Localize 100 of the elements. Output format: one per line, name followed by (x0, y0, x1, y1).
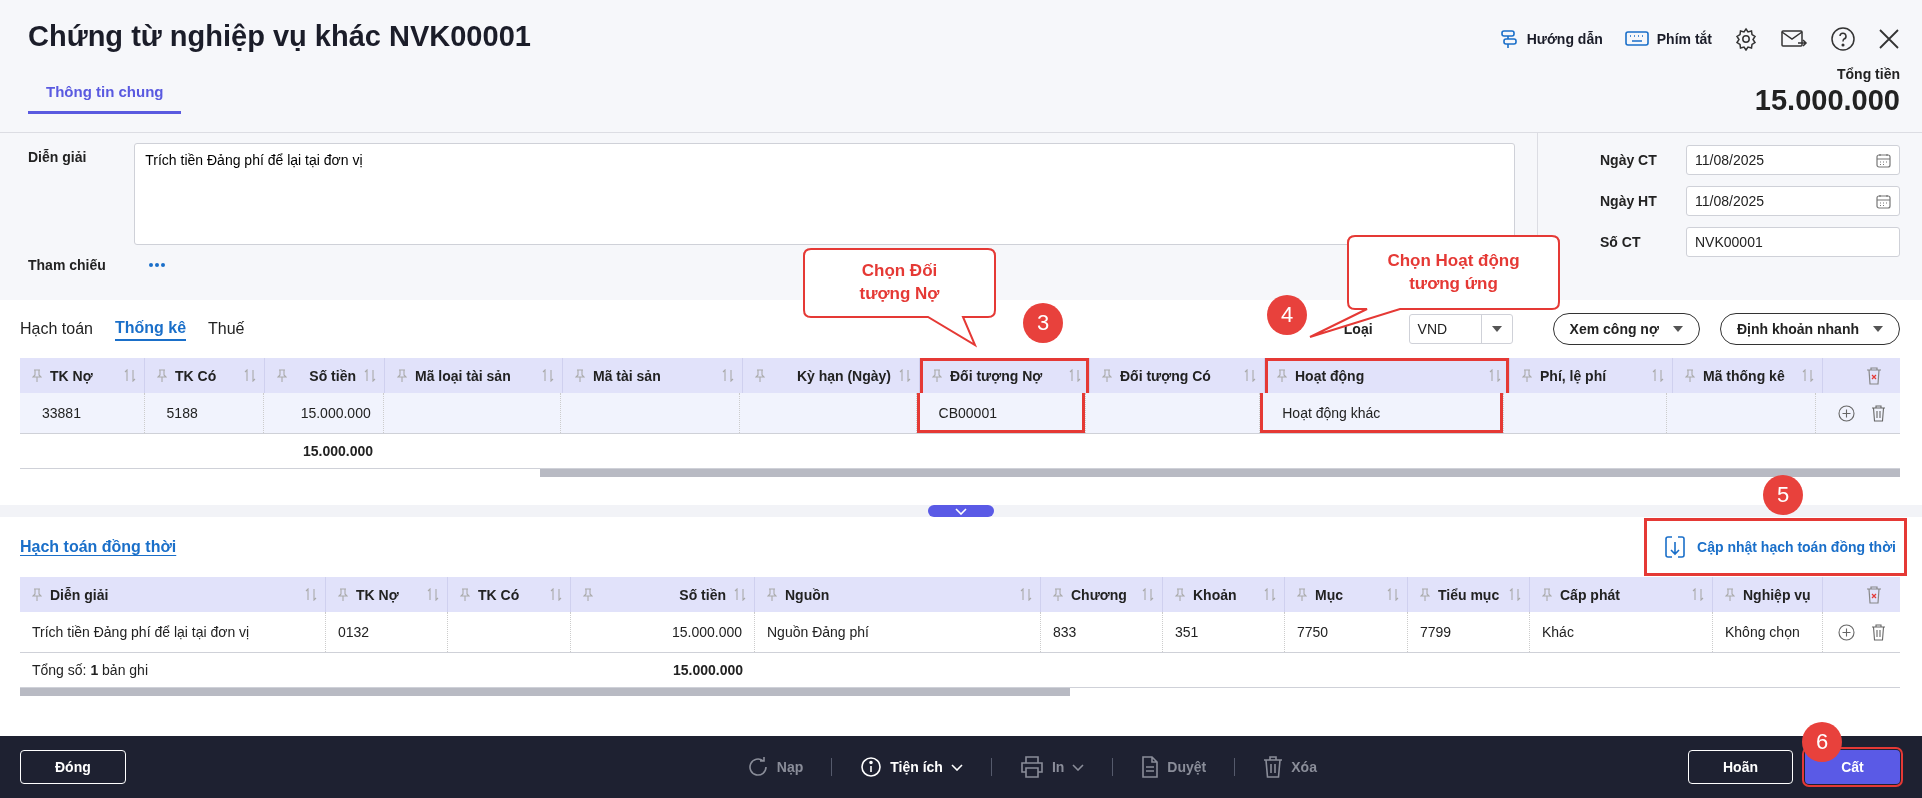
sort-icon[interactable] (427, 588, 439, 601)
info-icon (860, 756, 883, 778)
pin-icon[interactable] (1297, 588, 1307, 601)
pin-icon[interactable] (277, 369, 287, 382)
pin-icon[interactable] (1102, 369, 1112, 382)
pin-icon[interactable] (32, 369, 42, 382)
sort-icon[interactable] (1264, 588, 1276, 601)
pin-icon[interactable] (1420, 588, 1430, 601)
delete-all-icon[interactable] (1866, 585, 1882, 604)
pin-icon[interactable] (1053, 588, 1063, 601)
description-field[interactable]: Trích tiền Đảng phí để lại tại đơn vị (134, 143, 1515, 245)
pin-icon[interactable] (1277, 369, 1287, 382)
pin-icon[interactable] (460, 588, 470, 601)
pin-icon[interactable] (932, 369, 942, 382)
tab[interactable]: Thuế (208, 317, 245, 341)
collapse-button[interactable] (928, 505, 994, 517)
sort-icon[interactable] (305, 588, 317, 601)
sort-icon[interactable] (1020, 588, 1032, 601)
field-label: Ngày CT (1600, 152, 1658, 168)
field-label: Số CT (1600, 234, 1642, 250)
pin-icon[interactable] (755, 369, 765, 382)
table-cell: 5188 (144, 393, 265, 433)
sort-icon[interactable] (1692, 588, 1704, 601)
table-cell: Không chọn (1713, 612, 1823, 652)
defer-button[interactable]: Hoãn (1688, 750, 1793, 784)
pin-icon[interactable] (583, 588, 593, 601)
total-cell: 15.000.000 (672, 662, 743, 678)
caret-icon (1491, 326, 1502, 332)
delete-all-icon[interactable] (1866, 366, 1882, 385)
pin-icon[interactable] (338, 588, 348, 601)
pin-icon[interactable] (1175, 588, 1185, 601)
sort-icon[interactable] (244, 369, 256, 382)
settings-icon[interactable] (1734, 27, 1758, 51)
tab[interactable]: Hạch toán (20, 317, 93, 341)
sort-icon[interactable] (1244, 369, 1256, 382)
callout-text: Chọn Đối tượng Nợ (858, 260, 941, 305)
sort-icon[interactable] (1387, 588, 1399, 601)
add-icon[interactable] (1838, 623, 1855, 641)
sort-icon[interactable] (734, 588, 746, 601)
pin-icon[interactable] (1725, 588, 1735, 601)
table-cell: Nguồn Đảng phí (755, 612, 1041, 652)
sort-icon[interactable] (722, 369, 734, 382)
shortcut-link[interactable]: Phím tắt (1624, 30, 1712, 48)
guide-link[interactable]: Hướng dẫn (1498, 29, 1603, 49)
close-icon[interactable] (1878, 28, 1900, 50)
sort-icon[interactable] (550, 588, 562, 601)
caret-icon (1672, 326, 1683, 332)
download-icon (1665, 535, 1686, 559)
sort-icon[interactable] (1652, 369, 1664, 382)
window-title: Chứng từ nghiệp vụ khác NVK00001 (28, 20, 531, 53)
sort-icon[interactable] (899, 369, 911, 382)
pin-icon[interactable] (32, 588, 42, 601)
input-field[interactable]: 11/08/2025 (1686, 145, 1900, 175)
sort-icon[interactable] (1489, 369, 1501, 382)
delete-icon[interactable] (1871, 404, 1886, 422)
pin-icon[interactable] (1522, 369, 1532, 382)
sort-icon[interactable] (1802, 369, 1814, 382)
help-icon[interactable] (1830, 26, 1856, 52)
sort-icon[interactable] (1142, 588, 1154, 601)
tab[interactable]: Thống kê (114, 317, 187, 341)
currency-dropdown[interactable]: VND (1408, 314, 1513, 344)
sort-icon[interactable] (1509, 588, 1521, 601)
sort-icon[interactable] (542, 369, 554, 382)
toolbar-button[interactable]: Tiện ích (860, 756, 963, 778)
table-cell: 0132 (326, 612, 448, 652)
table-cell: 351 (1163, 612, 1285, 652)
calendar-icon[interactable] (1876, 193, 1891, 209)
sort-icon[interactable] (124, 369, 136, 382)
add-icon[interactable] (1838, 404, 1855, 422)
caret-icon (950, 763, 963, 771)
record-count: Tổng số: 1 bản ghi (32, 662, 148, 678)
column-header[interactable]: Hoạt động (1265, 358, 1510, 393)
sort-icon[interactable] (364, 369, 376, 382)
document-icon (1141, 756, 1160, 778)
sort-icon[interactable] (1069, 369, 1081, 382)
close-button[interactable]: Đóng (20, 750, 126, 784)
trash-icon (1263, 756, 1284, 778)
pin-icon[interactable] (575, 369, 585, 382)
scrollbar[interactable] (20, 688, 1070, 696)
table-cell: 7750 (1285, 612, 1408, 652)
total-amount: 15.000.000 (1754, 84, 1900, 117)
table-cell: 833 (1041, 612, 1163, 652)
pin-icon[interactable] (1542, 588, 1552, 601)
pin-icon[interactable] (157, 369, 167, 382)
input-field[interactable]: NVK00001 (1686, 227, 1900, 257)
save-button[interactable]: Cất (1805, 750, 1900, 784)
delete-icon[interactable] (1871, 623, 1886, 641)
concurrent-entries-link[interactable]: Hạch toán đồng thời (20, 538, 177, 556)
update-button[interactable]: Cập nhật hạch toán đồng thời (1651, 525, 1900, 569)
column-header[interactable]: Đối tượng Nợ (920, 358, 1090, 393)
calendar-icon[interactable] (1876, 152, 1891, 168)
pin-icon[interactable] (397, 369, 407, 382)
pin-icon[interactable] (1685, 369, 1695, 382)
more-icon[interactable] (148, 262, 166, 268)
input-field[interactable]: 11/08/2025 (1686, 186, 1900, 216)
scrollbar[interactable] (540, 469, 1900, 477)
table-cell: 15.000.000 (571, 612, 755, 652)
pin-icon[interactable] (767, 588, 777, 601)
tab[interactable]: Thông tin chung (28, 83, 182, 114)
field-label: Loại (1343, 321, 1373, 337)
